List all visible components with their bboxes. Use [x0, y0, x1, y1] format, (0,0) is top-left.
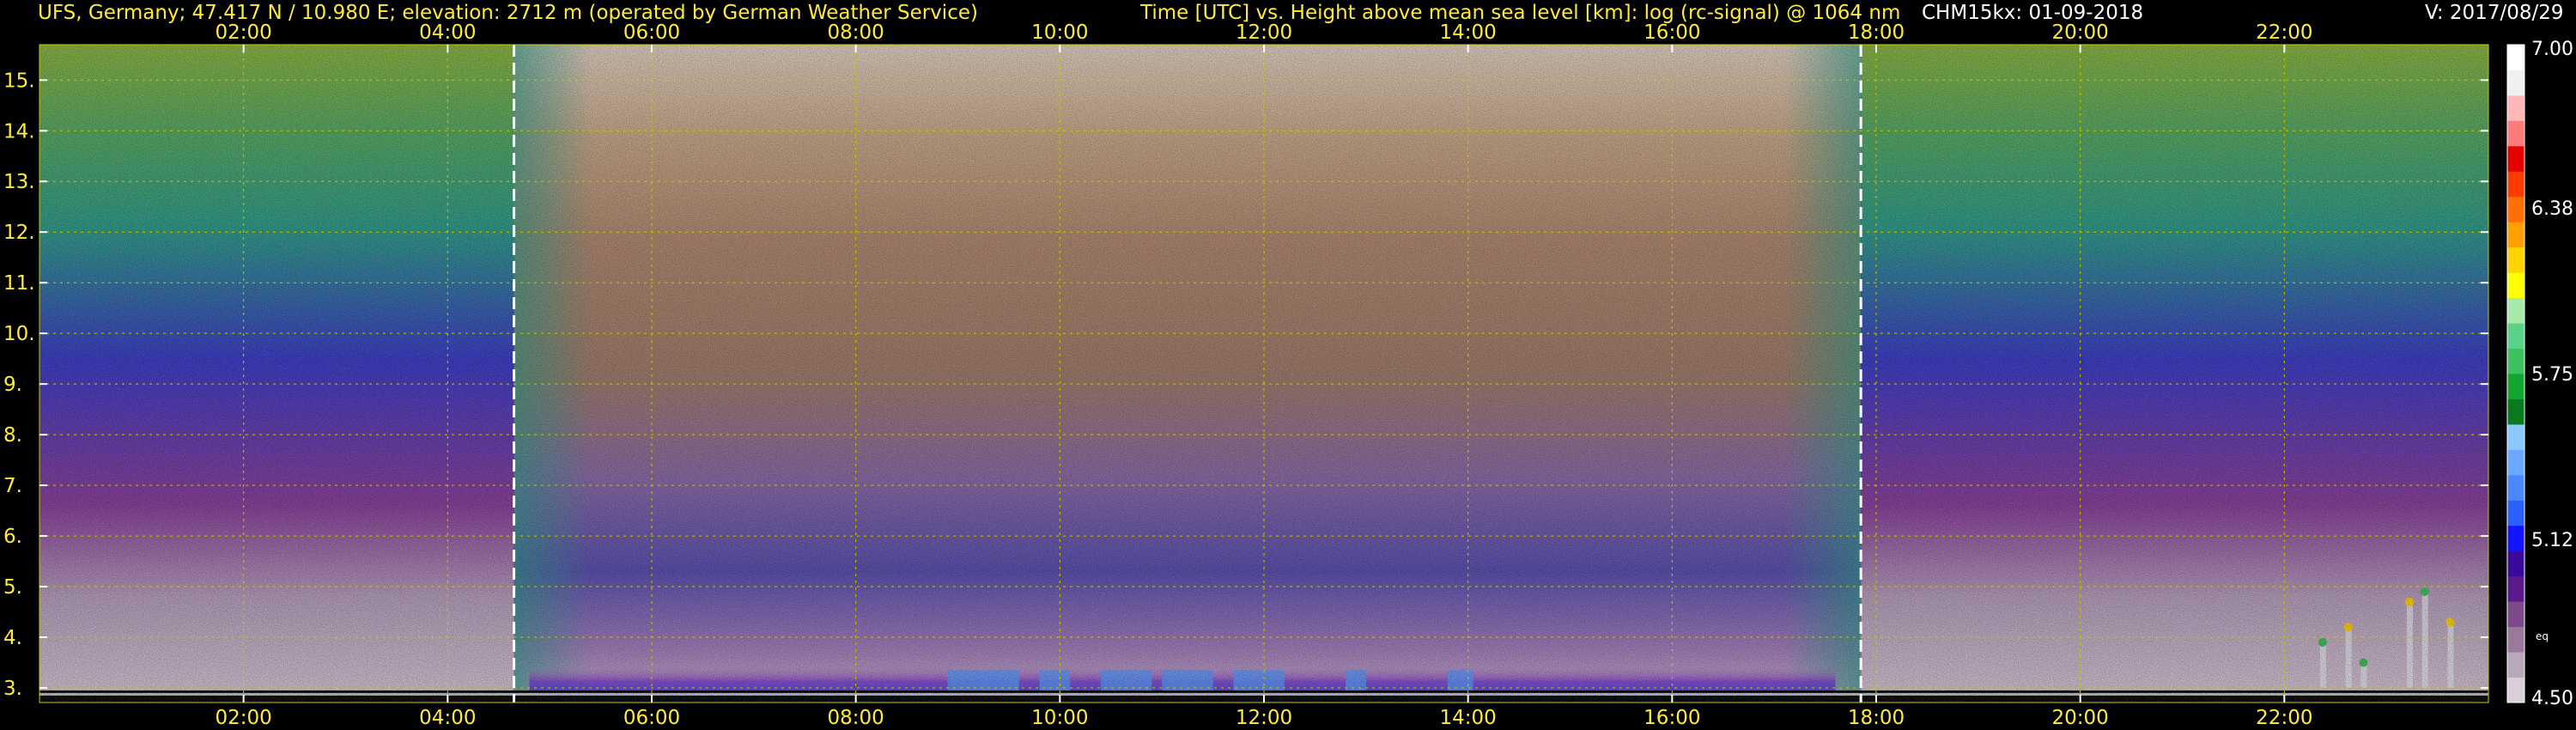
colorbar-segment: [2507, 70, 2524, 96]
x-tick-label-top: 12:00: [1236, 21, 1292, 44]
colorbar-segment: [2507, 94, 2524, 121]
colorbar-segment: [2507, 525, 2524, 551]
x-tick-label-top: 14:00: [1440, 21, 1497, 44]
x-tick-label-top: 18:00: [1848, 21, 1905, 44]
x-tick-label-top: 16:00: [1643, 21, 1700, 44]
colorbar-segment: [2507, 171, 2524, 198]
x-tick-label-bottom: 22:00: [2256, 707, 2312, 729]
colorbar-segment: [2507, 272, 2524, 299]
x-tick-label-top: 02:00: [216, 21, 272, 44]
colorbar-segment: [2507, 551, 2524, 577]
y-tick-label: 9.: [3, 374, 22, 396]
x-tick-label-bottom: 16:00: [1643, 707, 1700, 729]
colorbar-tick-label: 5.12: [2531, 530, 2573, 551]
x-tick-label-top: 08:00: [828, 21, 884, 44]
plot-area: 02:00 02:00 04:00 04:00 06:00 06:00 08:00 08:00…: [3, 21, 2489, 729]
colorbar-small-label: eq: [2536, 630, 2549, 642]
backscatter-chart: 02:00 02:00 04:00 04:00 06:00 06:00 08:00 08:00…: [3, 21, 2573, 729]
colorbar-segment: [2507, 222, 2524, 248]
colorbar-segment: [2507, 500, 2524, 526]
y-tick-label: 12.: [3, 222, 35, 244]
x-tick-label-bottom: 06:00: [623, 707, 680, 729]
y-tick-label: 7.: [3, 475, 22, 497]
colorbar-segment: [2507, 45, 2524, 70]
y-tick-label: 13.: [3, 171, 35, 193]
y-tick-label: 6.: [3, 526, 22, 548]
colorbar-segment: [2507, 626, 2524, 653]
y-tick-label: 11.: [3, 272, 35, 295]
colorbar: 7.00 6.38 5.75 5.12 4.50 eq: [2506, 39, 2573, 709]
colorbar-segment: [2507, 474, 2524, 501]
colorbar-segment: [2507, 348, 2524, 374]
y-tick-label: 14.: [3, 120, 35, 143]
colorbar-segment: [2507, 196, 2524, 222]
colorbar-segment: [2507, 677, 2524, 703]
x-tick-label-bottom: 14:00: [1440, 707, 1497, 729]
x-tick-label-bottom: 20:00: [2052, 707, 2109, 729]
x-tick-label-bottom: 08:00: [828, 707, 884, 729]
colorbar-tick-label: 7.00: [2531, 39, 2573, 60]
colorbar-segment: [2507, 145, 2524, 172]
colorbar-segment: [2507, 297, 2524, 324]
ceilometer-quicklook: UFS, Germany; 47.417 N / 10.980 E; eleva…: [0, 0, 2576, 730]
colorbar-segment: [2507, 652, 2524, 678]
colorbar-segment: [2507, 246, 2524, 273]
colorbar-tick-label: 5.75: [2531, 364, 2573, 386]
y-tick-label: 8.: [3, 424, 22, 447]
colorbar-segment: [2507, 120, 2524, 147]
colorbar-segment: [2507, 374, 2524, 399]
colorbar-segment: [2507, 423, 2524, 450]
x-tick-label-top: 04:00: [419, 21, 476, 44]
y-tick-label: 15.: [3, 70, 35, 92]
x-tick-label-bottom: 18:00: [1848, 707, 1905, 729]
x-tick-label-top: 10:00: [1031, 21, 1088, 44]
y-tick-label: 5.: [3, 576, 22, 599]
y-tick-label: 4.: [3, 627, 22, 649]
x-tick-label-bottom: 04:00: [419, 707, 476, 729]
x-tick-label-bottom: 02:00: [216, 707, 272, 729]
colorbar-segment: [2507, 575, 2524, 602]
colorbar-segment: [2507, 601, 2524, 628]
x-tick-label-top: 22:00: [2256, 21, 2312, 44]
y-tick-label: 10.: [3, 323, 35, 345]
colorbar-segment: [2507, 323, 2524, 350]
colorbar-tick-label: 4.50: [2531, 688, 2573, 709]
colorbar-segment: [2507, 449, 2524, 476]
colorbar-segment: [2507, 398, 2524, 425]
x-tick-label-bottom: 12:00: [1236, 707, 1292, 729]
colorbar-tick-label: 6.38: [2531, 198, 2573, 220]
y-tick-label: 3.: [3, 678, 22, 700]
x-tick-label-bottom: 10:00: [1031, 707, 1088, 729]
x-tick-label-top: 20:00: [2052, 21, 2109, 44]
x-tick-label-top: 06:00: [623, 21, 680, 44]
